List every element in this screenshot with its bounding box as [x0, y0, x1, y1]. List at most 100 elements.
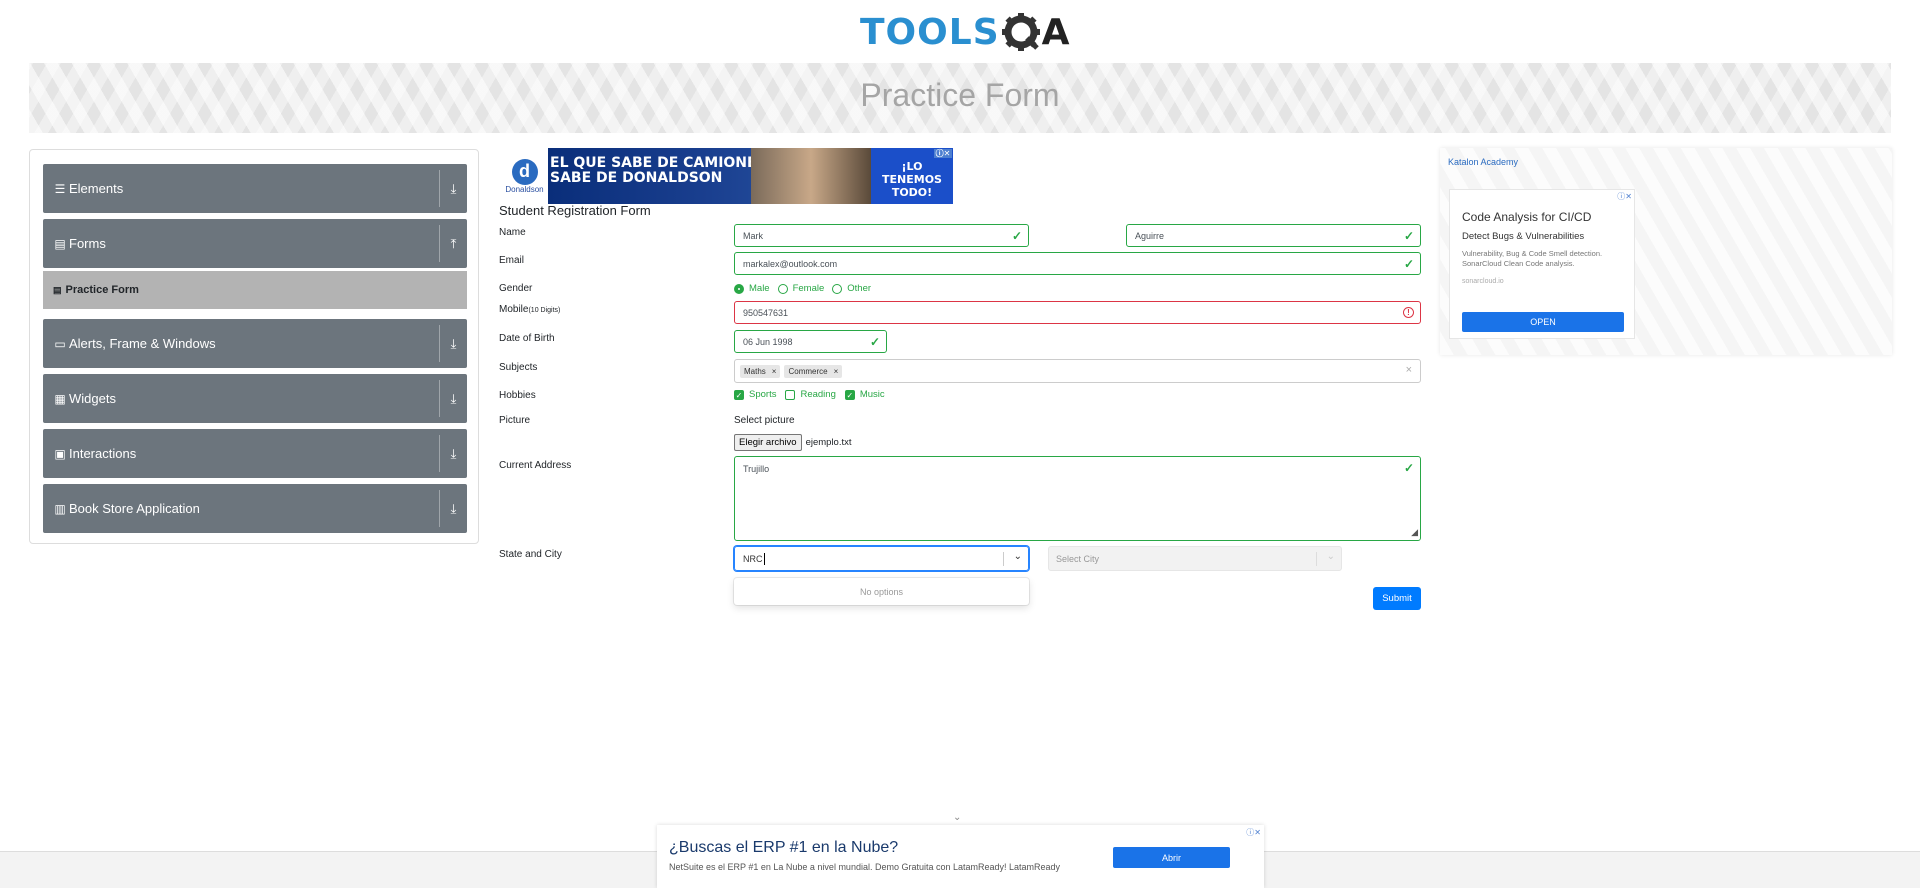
ad-card[interactable]: ⓘ✕ Code Analysis for CI/CD Detect Bugs &…	[1449, 189, 1635, 339]
state-select[interactable]: NRC ⌄	[734, 546, 1029, 571]
sidebar-group-alerts[interactable]: ▭ Alerts, Frame & Windows ⤓	[43, 319, 467, 368]
sidebar-group-elements[interactable]: ☰ Elements ⤓	[43, 164, 467, 213]
radio-label: Other	[847, 283, 872, 294]
gender-other-radio[interactable]: Other	[832, 283, 871, 294]
address-textarea[interactable]: Trujillo ✓ ◢	[734, 456, 1421, 541]
expand-arrow-icon: ⤓	[450, 335, 457, 351]
ad-open-button[interactable]: OPEN	[1462, 312, 1624, 332]
radio-empty-icon	[832, 283, 843, 294]
state-input-value: NRC	[743, 553, 763, 564]
ad-main: EL QUE SABE DE CAMIONES SABE DE DONALDSO…	[548, 148, 871, 204]
sidebar-item-practice-form[interactable]: ▤ Practice Form	[43, 271, 467, 309]
sidebar-group-widgets[interactable]: ▦ Widgets ⤓	[43, 374, 467, 423]
ad-photo	[751, 148, 871, 204]
ad-slogan: ⓘ✕ ¡LO TENEMOS TODO!	[871, 148, 953, 204]
text-cursor	[763, 552, 765, 565]
grid-icon: ▦	[54, 391, 66, 406]
sidebar-group-label: Forms	[69, 236, 106, 251]
resize-handle-icon[interactable]: ◢	[1411, 527, 1418, 538]
ad-headline: ¿Buscas el ERP #1 en la Nube?	[669, 839, 899, 856]
expand-arrow-icon: ⤓	[450, 180, 457, 196]
submit-button[interactable]: Submit	[1373, 587, 1421, 610]
choose-file-button[interactable]: Elegir archivo	[734, 434, 802, 451]
logo-text-a: A	[1041, 11, 1070, 53]
hobby-label: Sports	[749, 389, 777, 400]
form-icon: ▤	[53, 284, 62, 295]
ad-brand: Donaldson	[505, 184, 544, 194]
list-icon: ☰	[54, 181, 66, 196]
sidebar-group-book-store[interactable]: ▥ Book Store Application ⤓	[43, 484, 467, 533]
ad-close-icon[interactable]: ⓘ✕	[1617, 191, 1632, 202]
radio-selected-icon	[734, 283, 744, 294]
dob-input[interactable]: 06 Jun 1998 ✓	[734, 330, 887, 353]
sidebar-group-label: Interactions	[69, 446, 137, 461]
donaldson-ad[interactable]: d Donaldson EL QUE SABE DE CAMIONES SABE…	[501, 148, 953, 204]
sidebar: ☰ Elements ⤓ ▤ Forms ⤒ ▤ Practice Form ▭…	[29, 149, 479, 544]
right-ad[interactable]: Katalon Academy ⓘ✕ Code Analysis for CI/…	[1440, 148, 1892, 355]
hobby-reading-checkbox[interactable]: Reading	[785, 389, 836, 400]
window-icon: ▭	[54, 336, 66, 351]
hobby-music-checkbox[interactable]: ✓ Music	[844, 389, 885, 400]
subjects-label: Subjects	[499, 362, 538, 373]
sidebar-group-interactions[interactable]: ▣ Interactions ⤓	[43, 429, 467, 478]
subjects-input[interactable]: Maths × Commerce × ×	[734, 359, 1421, 383]
first-name-value: Mark	[743, 230, 763, 241]
ad-close-icon[interactable]: ⓘ✕	[1246, 827, 1261, 838]
gender-male-radio[interactable]: Male	[734, 283, 770, 294]
mobile-input[interactable]: 950547631 !	[734, 301, 1421, 324]
toolsqa-logo[interactable]: TOOLS A	[860, 8, 1070, 56]
ad-close-icon[interactable]: ⓘ✕	[934, 149, 952, 158]
page-banner: Practice Form	[29, 63, 1891, 133]
ad-subtext: NetSuite es el ERP #1 en La Nube a nivel…	[669, 862, 1061, 872]
subject-chip: Commerce ×	[784, 364, 843, 378]
address-label: Current Address	[499, 460, 572, 471]
mobile-value: 950547631	[743, 307, 789, 318]
valid-check-icon: ✓	[1403, 461, 1414, 475]
ad-title: Code Analysis for CI/CD	[1462, 210, 1592, 224]
radio-label: Male	[749, 283, 770, 294]
email-value: markalex@outlook.com	[743, 258, 838, 269]
books-icon: ▥	[54, 501, 66, 516]
checkbox-empty-icon	[785, 389, 796, 400]
chevron-down-icon[interactable]: ⌄	[953, 812, 961, 823]
radio-empty-icon	[777, 283, 788, 294]
select-picture-label: Select picture	[734, 415, 795, 426]
divider	[1316, 552, 1317, 566]
address-value: Trujillo	[743, 464, 770, 474]
form-icon: ▤	[54, 236, 66, 251]
chevron-down-icon: ⌄	[1326, 551, 1335, 562]
sidebar-group-forms[interactable]: ▤ Forms ⤒	[43, 219, 467, 268]
mobile-label: Mobile(10 Digits)	[499, 304, 560, 315]
hobby-label: Reading	[800, 389, 836, 400]
hobby-sports-checkbox[interactable]: ✓ Sports	[734, 389, 776, 400]
last-name-input[interactable]: Aguirre ✓	[1126, 224, 1421, 247]
gender-label: Gender	[499, 283, 533, 294]
state-city-label: State and City	[499, 549, 562, 560]
picture-label: Picture	[499, 415, 531, 426]
chip-remove-icon[interactable]: ×	[834, 367, 839, 376]
bottom-ad[interactable]: ⓘ✕ ¿Buscas el ERP #1 en la Nube? NetSuit…	[657, 825, 1264, 888]
last-name-value: Aguirre	[1135, 230, 1165, 241]
ad-open-button[interactable]: Abrir	[1113, 847, 1230, 868]
collapse-arrow-icon: ⤒	[450, 235, 457, 251]
city-select[interactable]: Select City ⌄	[1048, 546, 1342, 571]
valid-check-icon: ✓	[1403, 229, 1414, 243]
subject-chip: Maths ×	[740, 364, 781, 378]
sidebar-group-label: Widgets	[69, 391, 116, 406]
mobile-label-text: Mobile	[499, 304, 529, 315]
ad-subtitle: Detect Bugs & Vulnerabilities	[1462, 231, 1585, 242]
clear-icon[interactable]: ×	[1406, 364, 1412, 376]
file-upload: Elegir archivo ejemplo.txt	[734, 434, 852, 451]
gender-female-radio[interactable]: Female	[777, 283, 824, 294]
first-name-input[interactable]: Mark ✓	[734, 224, 1029, 247]
email-input[interactable]: markalex@outlook.com ✓	[734, 252, 1421, 275]
dob-label: Date of Birth	[499, 333, 555, 344]
chevron-down-icon[interactable]: ⌄	[1014, 551, 1022, 562]
broken-image[interactable]: Katalon Academy	[1448, 157, 1518, 167]
chip-label: Maths	[744, 366, 766, 376]
no-options-text: No options	[859, 586, 904, 597]
chip-remove-icon[interactable]: ×	[772, 367, 777, 376]
city-placeholder: Select City	[1056, 553, 1100, 564]
expand-arrow-icon: ⤓	[450, 500, 457, 516]
hobbies-group: ✓ Sports Reading ✓ Music	[734, 389, 885, 400]
